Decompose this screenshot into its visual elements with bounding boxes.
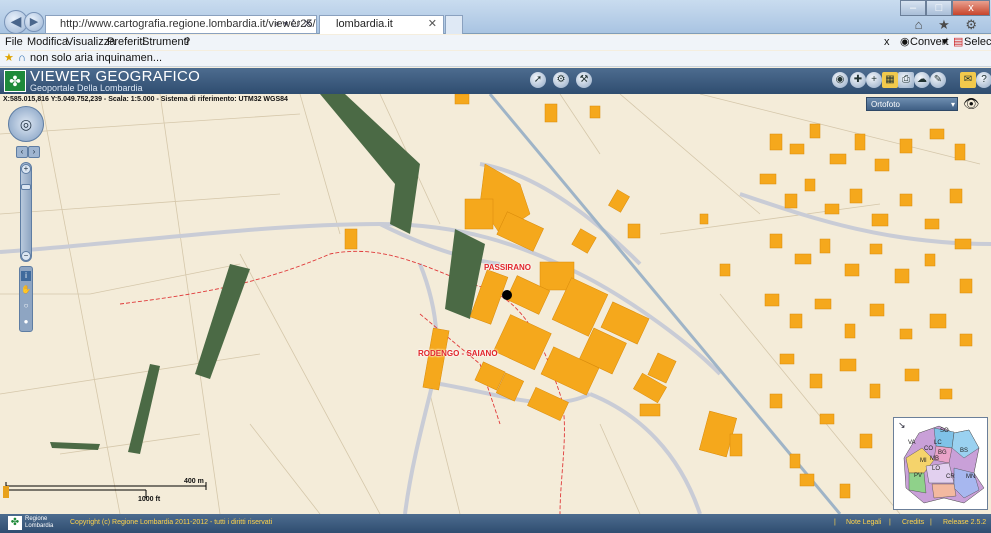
measure-tool-icon[interactable]: ⚒ — [576, 72, 592, 88]
basemap-value: Ortofoto — [871, 100, 900, 109]
app-subtitle: Geoportale Della Lombardia — [30, 83, 143, 93]
zoom-slider-handle[interactable] — [21, 184, 31, 190]
home-star-gear-icons[interactable]: ⌂ ★ ⚙ — [915, 17, 983, 33]
navigation-tool-icon[interactable]: ➚ — [530, 72, 546, 88]
address-tools[interactable]: ⌕ ▾ ↻ ✕ — [274, 16, 312, 33]
release-label: Release 2.5.2 — [943, 519, 987, 526]
convert-icon: ◉ — [900, 36, 910, 48]
note-legali-link[interactable]: Note Legali — [846, 519, 881, 526]
menu-file[interactable]: File — [5, 35, 23, 49]
zoom-in-button[interactable]: + — [21, 164, 31, 174]
scale-meters-label: 400 m — [184, 478, 204, 485]
print-icon[interactable]: ⎙ — [898, 72, 914, 88]
minimize-button[interactable]: – — [900, 0, 926, 16]
pan-left-button[interactable]: ‹ — [16, 146, 28, 158]
layers-add-icon[interactable]: ✚ — [850, 72, 866, 88]
credits-link[interactable]: Credits — [902, 519, 924, 526]
select-icon: ▤ — [953, 36, 964, 48]
map-tools-box: i ✋ ○ ● — [19, 266, 33, 332]
footer-brand-line2: Lombardia — [25, 523, 54, 529]
compass-icon[interactable]: ◎ — [8, 106, 44, 142]
chat-icon[interactable]: ✉ — [960, 72, 976, 88]
label-passirano: PASSIRANO — [484, 263, 531, 272]
app-title: VIEWER GEOGRAFICO — [30, 68, 201, 85]
footer-brand-line1: Regione — [25, 516, 48, 522]
cloud-icon[interactable]: ☁ — [914, 72, 930, 88]
info-icon[interactable]: i — [21, 271, 31, 281]
favorites-bar: ★ ∩ non solo aria inquinamen... — [0, 51, 991, 67]
minimap-label-so: SO — [940, 428, 949, 434]
zoom-plus-icon[interactable]: + — [866, 72, 882, 88]
footer-separator: | — [889, 519, 891, 526]
zoom-box-icon[interactable]: ○ — [21, 301, 31, 311]
minimap-label-va: VA — [908, 440, 916, 446]
new-tab-button[interactable] — [445, 15, 463, 34]
forward-button[interactable]: ▶ — [24, 12, 44, 32]
minimap-label-bs: BS — [960, 448, 969, 454]
footer: ✤ Regione Lombardia Copyright (c) Region… — [0, 514, 991, 533]
footer-separator: | — [930, 519, 932, 526]
zoom-slider[interactable] — [20, 162, 32, 262]
minimap-label-mn: MN — [966, 474, 976, 480]
map-graphics — [0, 94, 991, 514]
close-window-button[interactable]: x — [952, 0, 990, 16]
regione-logo: ✤ — [4, 70, 26, 92]
browser-chrome: ◀ ▶ http://www.cartografia.regione.lomba… — [0, 0, 991, 34]
chevron-down-icon: ▾ — [950, 100, 955, 109]
forward-arrow-icon: ▶ — [29, 16, 39, 28]
map-navigation-panel: ◎ ‹ › + − i ✋ ○ ● — [8, 106, 44, 336]
hand-pan-icon[interactable]: ✋ — [21, 285, 31, 295]
minimap-label-co: CO — [924, 446, 933, 452]
zoom-out-box-icon[interactable]: ● — [21, 317, 31, 327]
menu-bar: File Modifica Visualizza Preferiti Strum… — [0, 35, 991, 50]
menu-preferiti[interactable]: Preferiti — [107, 35, 145, 49]
globe-icon[interactable]: ◉ — [832, 72, 848, 88]
buildings — [344, 94, 801, 469]
site-favicon-icon: ∩ — [18, 52, 26, 64]
tab-label: lombardia.it — [336, 18, 393, 30]
footer-separator: | — [834, 519, 836, 526]
footer-brand: Regione Lombardia — [25, 516, 53, 530]
eye-icon[interactable]: 👁 — [963, 96, 980, 112]
convert-dropdown-icon[interactable]: ▾ — [942, 35, 948, 49]
coordinates-readout: X:585.015,816 Y:5.049.752,239 - Scala: 1… — [3, 96, 288, 103]
menu-help[interactable]: ? — [184, 35, 190, 49]
map-canvas[interactable]: X:585.015,816 Y:5.049.752,239 - Scala: 1… — [0, 94, 991, 514]
minimap-label-lo: LO — [932, 466, 941, 472]
basemap-select[interactable]: Ortofoto ▾ — [866, 97, 958, 111]
select-button[interactable]: Select — [964, 35, 991, 49]
scale-bar: 400 m 1000 ft — [3, 474, 213, 506]
favorite-link[interactable]: non solo aria inquinamen... — [30, 51, 162, 66]
minimap-label-lc: LC — [934, 440, 942, 446]
scale-feet-label: 1000 ft — [138, 496, 161, 503]
maximize-button[interactable]: □ — [926, 0, 952, 16]
folder-icon[interactable]: ▦ — [882, 72, 898, 88]
address-bar[interactable]: http://www.cartografia.regione.lombardia… — [45, 15, 317, 34]
favorites-star-icon[interactable]: ★ — [4, 51, 14, 66]
zoom-out-button[interactable]: − — [21, 251, 31, 261]
minimap-label-bg: BG — [938, 450, 947, 456]
tab-lombardia[interactable]: lombardia.it ✕ — [319, 15, 444, 34]
menu-modifica[interactable]: Modifica — [27, 35, 68, 49]
overview-minimap[interactable]: ↘ SO LC BG CO BS MI LO PV CR MN VA MB — [893, 417, 988, 510]
minimap-label-mb: MB — [930, 456, 939, 462]
footer-logo: ✤ — [8, 516, 22, 530]
label-rodengo-saiano: RODENGO - SAIANO — [418, 349, 498, 358]
orthophoto-strips — [50, 94, 485, 454]
location-marker — [502, 290, 512, 300]
minimap-label-cr: CR — [946, 474, 955, 480]
tab-close-icon[interactable]: ✕ — [428, 16, 437, 33]
minimap-label-mi: MI — [920, 458, 927, 464]
copyright-text: Copyright (c) Regione Lombardia 2011-201… — [70, 519, 273, 526]
identify-tool-icon[interactable]: ⚙ — [553, 72, 569, 88]
help-icon[interactable]: ? — [976, 72, 991, 88]
pan-right-button[interactable]: › — [28, 146, 40, 158]
app-header: ✤ VIEWER GEOGRAFICO Geoportale Della Lom… — [0, 68, 991, 94]
menu-strumenti[interactable]: Strumenti — [142, 35, 189, 49]
minimap-label-pv: PV — [914, 473, 923, 479]
toolbar-close-icon[interactable]: x — [884, 35, 890, 49]
tools-icon[interactable]: ✎ — [930, 72, 946, 88]
back-arrow-icon: ◀ — [10, 13, 22, 29]
